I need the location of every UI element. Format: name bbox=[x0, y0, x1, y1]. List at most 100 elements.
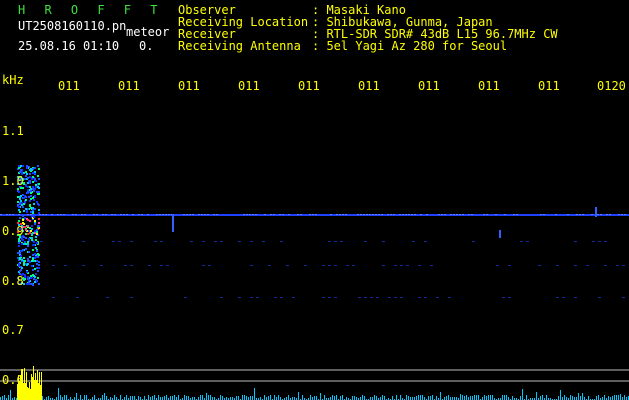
faint-line-2 bbox=[52, 297, 55, 298]
bottom-peak-bar bbox=[41, 372, 42, 400]
faint-line-2 bbox=[292, 297, 295, 298]
faint-line-2 bbox=[394, 297, 397, 298]
carrier-speckle bbox=[360, 214, 362, 215]
faint-line-0 bbox=[604, 241, 607, 242]
bottom-bar bbox=[130, 396, 131, 400]
burst-pixel bbox=[23, 257, 25, 259]
bottom-bar bbox=[324, 395, 325, 400]
burst-pixel bbox=[17, 204, 19, 206]
faint-line-1 bbox=[496, 265, 499, 266]
burst-pixel bbox=[38, 264, 40, 266]
faint-line-2 bbox=[280, 297, 283, 298]
bottom-bar bbox=[580, 396, 581, 400]
carrier-speckle bbox=[132, 214, 134, 215]
bottom-bar bbox=[342, 395, 343, 400]
bottom-peak-bar bbox=[33, 366, 34, 400]
burst-pixel bbox=[25, 233, 27, 235]
burst-pixel bbox=[24, 226, 26, 228]
carrier-speckle bbox=[141, 214, 143, 215]
bottom-bar bbox=[396, 395, 397, 400]
burst-pixel bbox=[19, 257, 21, 259]
burst-pixel bbox=[34, 268, 36, 270]
burst-pixel bbox=[25, 171, 27, 173]
burst-pixel bbox=[31, 239, 33, 241]
bottom-bar bbox=[288, 395, 289, 400]
burst-pixel bbox=[34, 223, 36, 225]
burst-pixel bbox=[33, 199, 35, 201]
bottom-bar bbox=[66, 395, 67, 400]
faint-line-2 bbox=[256, 297, 259, 298]
burst-pixel bbox=[27, 243, 29, 245]
faint-line-1 bbox=[418, 265, 421, 266]
bottom-bar bbox=[488, 395, 489, 400]
burst-pixel bbox=[27, 258, 29, 260]
carrier-speckle bbox=[282, 214, 284, 215]
burst-pixel bbox=[25, 237, 27, 239]
burst-pixel bbox=[31, 228, 33, 230]
carrier-speckle bbox=[567, 214, 569, 215]
carrier-speckle bbox=[147, 214, 149, 215]
bottom-bar bbox=[422, 395, 423, 400]
burst-pixel bbox=[38, 254, 40, 256]
burst-pixel bbox=[27, 233, 29, 235]
faint-line-1 bbox=[538, 265, 541, 266]
burst-pixel bbox=[18, 265, 20, 267]
burst-pixel bbox=[19, 270, 21, 272]
burst-pixel bbox=[32, 172, 34, 174]
burst-pixel bbox=[20, 200, 22, 202]
burst-pixel bbox=[18, 263, 20, 265]
burst-pixel bbox=[23, 243, 25, 245]
burst-pixel bbox=[24, 178, 26, 180]
bottom-bar bbox=[114, 395, 115, 400]
bottom-bar bbox=[588, 396, 589, 400]
burst-pixel bbox=[36, 191, 38, 193]
bottom-bar bbox=[376, 396, 377, 400]
faint-line-1 bbox=[52, 265, 55, 266]
burst-pixel bbox=[31, 237, 33, 239]
burst-pixel bbox=[34, 232, 36, 234]
bottom-bar bbox=[144, 396, 145, 400]
faint-line-0 bbox=[154, 241, 157, 242]
bottom-bar bbox=[440, 392, 441, 400]
faint-line-1 bbox=[346, 265, 349, 266]
burst-pixel bbox=[36, 242, 38, 244]
bottom-bar bbox=[526, 395, 527, 400]
bottom-bar bbox=[164, 396, 165, 400]
bottom-bar bbox=[608, 396, 609, 400]
faint-line-1 bbox=[574, 265, 577, 266]
time-tick-5: 011 bbox=[298, 79, 320, 93]
carrier-speckle bbox=[555, 214, 557, 215]
carrier-speckle bbox=[102, 214, 104, 215]
bottom-bar bbox=[598, 395, 599, 400]
burst-pixel bbox=[27, 225, 29, 227]
faint-line-2 bbox=[574, 297, 577, 298]
burst-pixel bbox=[32, 244, 34, 246]
burst-pixel bbox=[32, 176, 34, 178]
faint-line-2 bbox=[358, 297, 361, 298]
faint-line-2 bbox=[388, 297, 391, 298]
carrier-speckle bbox=[402, 214, 404, 215]
faint-line-1 bbox=[124, 265, 127, 266]
burst-pixel bbox=[20, 165, 22, 167]
faint-line-1 bbox=[166, 265, 169, 266]
faint-line-0 bbox=[112, 241, 115, 242]
carrier-speckle bbox=[540, 214, 542, 215]
faint-line-0 bbox=[412, 241, 415, 242]
faint-line-2 bbox=[376, 297, 379, 298]
burst-pixel bbox=[28, 230, 30, 232]
carrier-speckle bbox=[363, 214, 365, 215]
bottom-bar bbox=[94, 395, 95, 400]
burst-pixel bbox=[33, 260, 35, 262]
burst-pixel bbox=[17, 257, 19, 259]
burst-pixel bbox=[36, 231, 38, 233]
carrier-speckle bbox=[288, 214, 290, 215]
freq-tick-0-8: 0.8 bbox=[2, 274, 24, 288]
carrier-speckle bbox=[576, 214, 578, 215]
carrier-speckle bbox=[414, 214, 416, 215]
faint-line-2 bbox=[106, 297, 109, 298]
faint-line-0 bbox=[424, 241, 427, 242]
carrier-speckle bbox=[609, 214, 611, 215]
bottom-peak-bar bbox=[27, 387, 28, 400]
freq-tick-0-9: 0.9 bbox=[2, 224, 24, 238]
burst-pixel bbox=[19, 240, 21, 242]
